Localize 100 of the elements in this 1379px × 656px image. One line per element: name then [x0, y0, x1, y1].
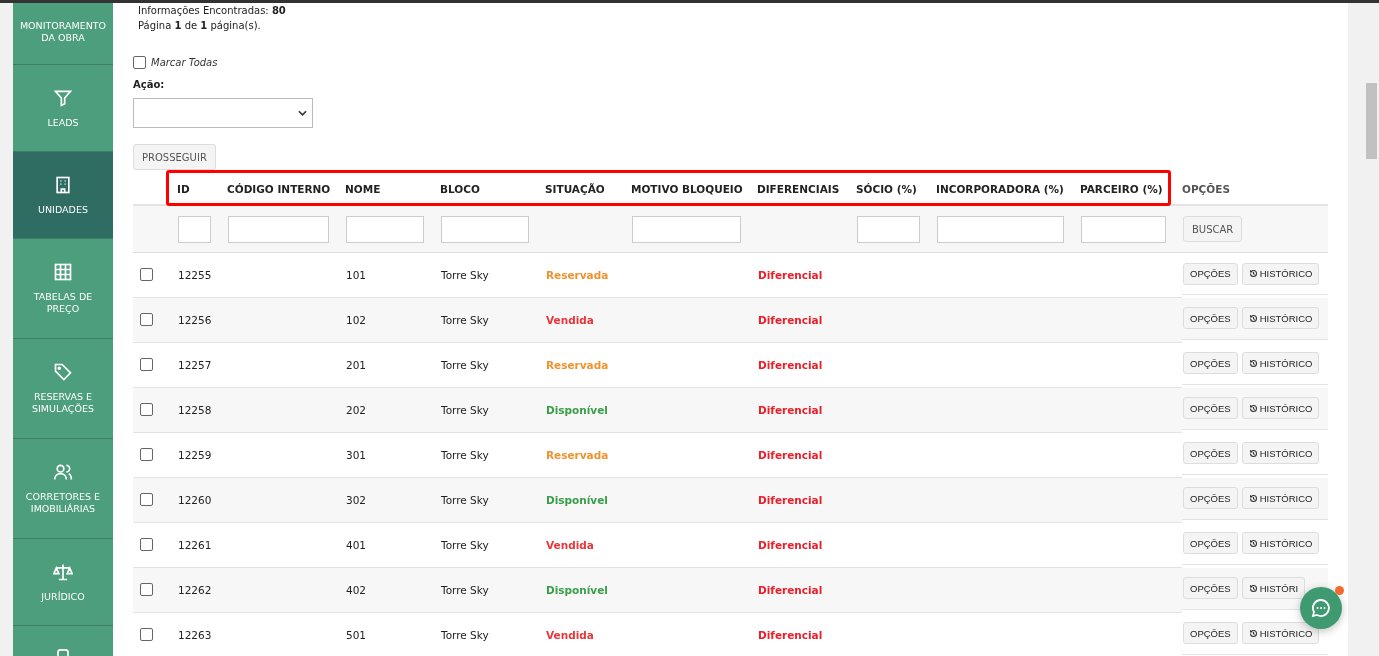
table-cell: Torre Sky: [441, 404, 489, 416]
table-cell: Torre Sky: [441, 629, 489, 641]
options-button[interactable]: OPÇÕES: [1183, 307, 1238, 329]
status-text: Disponível: [546, 404, 608, 416]
history-button[interactable]: HISTÓRICO: [1241, 487, 1320, 509]
history-icon: [1248, 448, 1258, 458]
table-cell: Torre Sky: [441, 359, 489, 371]
table-cell: 12259: [178, 449, 212, 461]
row-checkbox[interactable]: [140, 537, 153, 551]
history-icon: [1248, 538, 1258, 548]
filter-input[interactable]: [857, 215, 920, 243]
options-button[interactable]: OPÇÕES: [1183, 262, 1238, 285]
row-checkbox[interactable]: [140, 447, 153, 461]
feature-text: Diferencial: [758, 314, 823, 326]
history-button[interactable]: HISTÓRICO: [1241, 352, 1320, 374]
history-icon: [1248, 313, 1258, 323]
sidebar-item[interactable]: UNIDADES: [13, 152, 113, 239]
options-button[interactable]: OPÇÕES: [1183, 397, 1238, 419]
table-cell: Torre Sky: [441, 584, 489, 596]
table-cell: 302: [346, 494, 367, 506]
options-button[interactable]: OPÇÕES: [1183, 622, 1238, 644]
table-cell: 102: [346, 314, 367, 326]
history-icon: [1248, 583, 1258, 593]
history-button[interactable]: HISTÓRICO: [1241, 442, 1320, 464]
history-icon: [1248, 269, 1258, 278]
options-button[interactable]: OPÇÕES: [1183, 577, 1238, 599]
grid-icon: [53, 262, 73, 282]
row-checkbox[interactable]: [140, 582, 153, 596]
table-cell: Torre Sky: [441, 539, 489, 551]
history-button[interactable]: HISTÓRICO: [1241, 397, 1320, 419]
options-button[interactable]: OPÇÕES: [1183, 352, 1238, 374]
results-count: Informações Encontradas: 80: [137, 4, 287, 18]
chat-icon: [1309, 596, 1333, 620]
table-cell: Torre Sky: [441, 269, 489, 281]
row-checkbox[interactable]: [140, 627, 153, 641]
search-button[interactable]: BUSCAR: [1183, 216, 1243, 242]
table-cell: 12258: [178, 404, 212, 416]
filter-input[interactable]: [1081, 215, 1166, 243]
tag-icon: [53, 362, 73, 382]
row-checkbox[interactable]: [140, 312, 153, 326]
filter-input[interactable]: [346, 215, 424, 243]
options-button[interactable]: OPÇÕES: [1183, 442, 1238, 464]
chevron-icon: [298, 110, 307, 116]
page-info: Página 1 de 1 página(s).: [137, 19, 262, 33]
select-all-label[interactable]: Marcar Todas: [151, 57, 218, 68]
history-button[interactable]: HISTÓRICO: [1241, 262, 1320, 285]
status-text: Disponível: [546, 584, 608, 596]
feature-text: Diferencial: [758, 584, 823, 596]
filter-input[interactable]: [441, 215, 529, 243]
row-checkbox[interactable]: [140, 402, 153, 416]
checkbox[interactable]: [133, 56, 146, 69]
table-cell: 12261: [178, 539, 212, 551]
table-cell: 201: [346, 359, 367, 371]
feature-text: Diferencial: [758, 629, 823, 641]
history-icon: [1248, 628, 1258, 638]
row-checkbox[interactable]: [140, 357, 153, 371]
table-cell: 301: [346, 449, 367, 461]
users-icon: [53, 462, 73, 482]
filter-input[interactable]: [937, 215, 1064, 243]
feature-text: Diferencial: [758, 449, 823, 461]
table-cell: 12257: [178, 359, 212, 371]
table-cell: 401: [346, 539, 367, 551]
history-button[interactable]: HISTÓRI: [1241, 577, 1306, 599]
building-icon: [53, 174, 73, 195]
table-cell: 12255: [178, 269, 212, 281]
table-cell: 12256: [178, 314, 212, 326]
row-checkbox[interactable]: [140, 492, 153, 506]
table-cell: Torre Sky: [441, 449, 489, 461]
table-cell: 202: [346, 404, 367, 416]
status-text: Reservada: [546, 269, 609, 281]
options-button[interactable]: OPÇÕES: [1183, 532, 1238, 554]
status-text: Reservada: [546, 359, 609, 371]
table-cell: Torre Sky: [441, 314, 489, 326]
chat-button[interactable]: [1300, 587, 1342, 629]
table-cell: Torre Sky: [441, 494, 489, 506]
options-button[interactable]: OPÇÕES: [1183, 487, 1238, 509]
feature-text: Diferencial: [758, 404, 823, 416]
feature-text: Diferencial: [758, 494, 823, 506]
history-button[interactable]: HISTÓRICO: [1241, 622, 1320, 644]
status-text: Reservada: [546, 449, 609, 461]
history-button[interactable]: HISTÓRICO: [1241, 307, 1320, 329]
feature-text: Diferencial: [758, 269, 823, 281]
row-checkbox[interactable]: [140, 267, 153, 281]
table-cell: 402: [346, 584, 367, 596]
status-text: Vendida: [546, 629, 594, 641]
status-text: Vendida: [546, 539, 594, 551]
proceed-button[interactable]: PROSSEGUIR: [133, 144, 216, 170]
history-icon: [1248, 493, 1258, 503]
action-label: Ação:: [133, 79, 166, 90]
action-select[interactable]: [133, 98, 313, 128]
filter-input[interactable]: [228, 215, 329, 243]
filter-input[interactable]: [632, 215, 741, 243]
table-cell: 101: [346, 269, 367, 281]
history-button[interactable]: HISTÓRICO: [1241, 532, 1320, 554]
feature-text: Diferencial: [758, 539, 823, 551]
history-icon: [1248, 358, 1258, 368]
status-text: Vendida: [546, 314, 594, 326]
history-icon: [1248, 403, 1258, 413]
filter-input[interactable]: [178, 215, 211, 243]
table-cell: 12260: [178, 494, 212, 506]
